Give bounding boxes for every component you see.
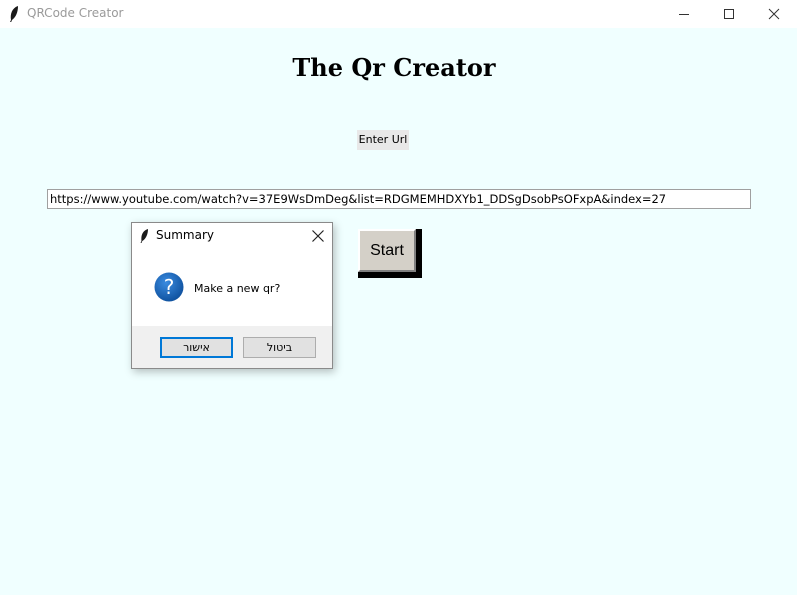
dialog-titlebar: Summary xyxy=(132,223,332,249)
svg-text:?: ? xyxy=(164,275,175,299)
ok-button[interactable]: אישור xyxy=(160,337,233,358)
feather-icon xyxy=(140,229,148,243)
close-window-button[interactable] xyxy=(751,0,797,28)
start-button[interactable]: Start xyxy=(358,229,422,278)
dialog-message: Make a new qr? xyxy=(194,282,281,295)
url-input[interactable]: https://www.youtube.com/watch?v=37E9WsDm… xyxy=(47,189,751,209)
close-icon xyxy=(768,8,780,20)
minimize-icon xyxy=(679,14,689,15)
maximize-button[interactable] xyxy=(706,0,752,28)
feather-icon xyxy=(10,6,18,22)
window-titlebar: QRCode Creator xyxy=(0,0,797,28)
question-icon: ? xyxy=(154,272,184,302)
maximize-icon xyxy=(724,9,734,19)
window-title: QRCode Creator xyxy=(27,6,124,20)
close-icon[interactable] xyxy=(310,228,326,244)
url-label: Enter Url xyxy=(357,130,409,150)
page-title: The Qr Creator xyxy=(292,53,496,82)
summary-dialog: Summary ? Make a new qr? אישור ביטול xyxy=(131,222,333,369)
start-button-label: Start xyxy=(358,229,416,272)
minimize-button[interactable] xyxy=(661,0,707,28)
dialog-footer: אישור ביטול xyxy=(132,326,332,368)
cancel-button[interactable]: ביטול xyxy=(243,337,316,358)
dialog-title: Summary xyxy=(156,228,214,242)
